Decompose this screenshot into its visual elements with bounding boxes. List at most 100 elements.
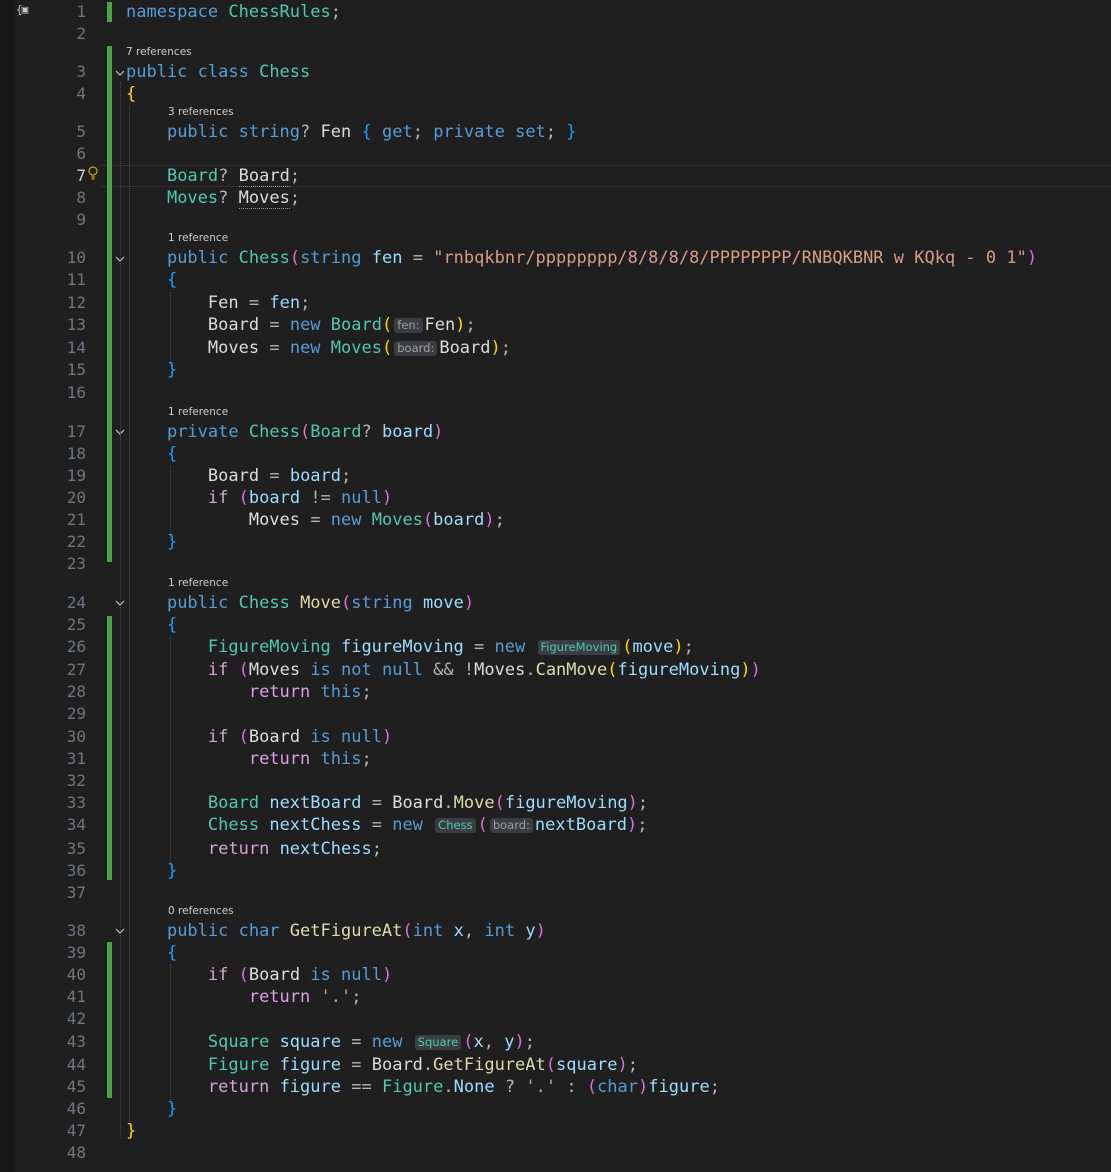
line-number: 34 <box>66 815 86 834</box>
code-line[interactable]: { <box>126 83 136 105</box>
code-editor[interactable]: {▣ 1 2 3 4 5 6 7 8 9 10 11 12 13 14 15 16 17 18 19 20 21 22 23… <box>0 0 1111 1172</box>
line-number: 3 <box>76 62 86 81</box>
glyph-margin <box>0 0 14 1172</box>
line-number: 19 <box>66 466 86 485</box>
codelens-references[interactable]: 1 reference <box>168 405 228 419</box>
code-line[interactable]: } <box>126 1120 136 1142</box>
line-number: 35 <box>66 839 86 858</box>
fold-chevron-icon[interactable] <box>114 67 126 79</box>
line-number: 5 <box>76 122 86 141</box>
line-number: 44 <box>66 1055 86 1074</box>
line-number: 48 <box>66 1143 86 1162</box>
line-number: 36 <box>66 861 86 880</box>
line-number: 10 <box>66 248 86 267</box>
code-line[interactable]: { <box>126 443 177 465</box>
code-line[interactable]: Board nextBoard = Board.Move(figureMovin… <box>126 792 648 814</box>
line-number: 12 <box>66 293 86 312</box>
line-number: 25 <box>66 615 86 634</box>
line-number: 1 <box>76 2 86 21</box>
code-line[interactable]: public char GetFigureAt(int x, int y) <box>126 920 546 942</box>
code-line[interactable]: FigureMoving figureMoving = new FigureMo… <box>126 636 694 658</box>
code-line[interactable]: if (Moves is not null && !Moves.CanMove(… <box>126 659 761 681</box>
code-line[interactable]: Moves = new Moves(board: Board); <box>126 337 511 359</box>
code-line[interactable]: Moves? Moves; <box>126 187 300 209</box>
code-line[interactable]: return figure == Figure.None ? '.' : (ch… <box>126 1076 720 1098</box>
line-number: 42 <box>66 1009 86 1028</box>
code-line[interactable]: namespace ChessRules; <box>126 1 341 23</box>
codelens-references[interactable]: 0 references <box>168 904 234 918</box>
codelens-references[interactable]: 1 reference <box>168 231 228 245</box>
code-line[interactable]: Figure figure = Board.GetFigureAt(square… <box>126 1054 638 1076</box>
code-line[interactable]: } <box>126 531 177 553</box>
namespace-name: ChessRules <box>228 2 331 22</box>
code-line[interactable]: { <box>126 942 177 964</box>
line-number: 26 <box>66 637 86 656</box>
line-number: 24 <box>66 593 86 612</box>
line-number: 33 <box>66 793 86 812</box>
line-number: 43 <box>66 1032 86 1051</box>
code-line[interactable]: Fen = fen; <box>126 292 310 314</box>
code-line[interactable]: return this; <box>126 681 372 703</box>
line-number: 15 <box>66 360 86 379</box>
code-line[interactable]: public Chess Move(string move) <box>126 592 474 614</box>
inlay-hint: fen: <box>394 318 423 333</box>
inlay-hint: Square <box>414 1035 462 1050</box>
code-line[interactable]: return nextChess; <box>126 838 382 860</box>
indent-guide <box>120 82 121 1138</box>
codelens-references[interactable]: 3 references <box>168 105 234 119</box>
line-number: 2 <box>76 24 86 43</box>
line-number: 27 <box>66 660 86 679</box>
line-number: 39 <box>66 943 86 962</box>
code-line[interactable]: Square square = new Square (x, y); <box>126 1031 535 1053</box>
change-bar <box>107 616 112 880</box>
line-number: 22 <box>66 532 86 551</box>
line-number: 4 <box>76 84 86 103</box>
line-number: 31 <box>66 749 86 768</box>
inlay-hint: Chess <box>435 818 476 833</box>
code-line[interactable]: } <box>126 1098 177 1120</box>
code-line[interactable]: if (Board is null) <box>126 726 392 748</box>
codelens-references[interactable]: 7 references <box>126 45 192 59</box>
code-line[interactable]: return this; <box>126 748 372 770</box>
line-number: 30 <box>66 727 86 746</box>
code-line[interactable]: { <box>126 614 177 636</box>
code-line[interactable]: { <box>126 269 177 291</box>
line-number: 41 <box>66 987 86 1006</box>
code-line[interactable]: } <box>126 359 177 381</box>
code-line[interactable]: private Chess(Board? board) <box>126 421 443 443</box>
line-number: 11 <box>66 270 86 289</box>
line-number: 9 <box>76 210 86 229</box>
change-bar <box>107 2 112 22</box>
code-line[interactable]: } <box>126 860 177 882</box>
namespace-scope-icon[interactable]: {▣ <box>16 3 28 16</box>
line-number: 32 <box>66 771 86 790</box>
codelens-references[interactable]: 1 reference <box>168 576 228 590</box>
lightbulb-icon[interactable] <box>87 166 99 180</box>
inlay-hint: FigureMoving <box>537 640 621 655</box>
code-line[interactable]: public Chess(string fen = "rnbqkbnr/pppp… <box>126 247 1037 269</box>
line-number: 28 <box>66 682 86 701</box>
code-line[interactable]: public class Chess <box>126 61 310 83</box>
line-number: 7 <box>76 166 86 185</box>
line-number: 29 <box>66 704 86 723</box>
code-line[interactable]: Board? Board; <box>126 165 300 187</box>
line-number: 23 <box>66 554 86 573</box>
line-number: 40 <box>66 965 86 984</box>
line-number: 47 <box>66 1121 86 1140</box>
code-line[interactable]: public string? Fen { get; private set; } <box>126 121 577 143</box>
code-line[interactable]: if (Board is null) <box>126 964 392 986</box>
change-bar <box>107 942 112 1098</box>
line-number: 6 <box>76 144 86 163</box>
line-number: 38 <box>66 921 86 940</box>
line-number: 17 <box>66 422 86 441</box>
code-line[interactable]: Moves = new Moves(board); <box>126 509 505 531</box>
line-number: 45 <box>66 1077 86 1096</box>
code-line[interactable]: Board = board; <box>126 465 351 487</box>
code-line[interactable]: if (board != null) <box>126 487 392 509</box>
inlay-hint: board: <box>489 818 533 833</box>
line-number: 13 <box>66 315 86 334</box>
line-number: 16 <box>66 383 86 402</box>
code-line[interactable]: Board = new Board(fen: Fen); <box>126 314 476 336</box>
code-line[interactable]: return '.'; <box>126 986 362 1008</box>
code-line[interactable]: Chess nextChess = new Chess(board: nextBo… <box>126 814 648 836</box>
